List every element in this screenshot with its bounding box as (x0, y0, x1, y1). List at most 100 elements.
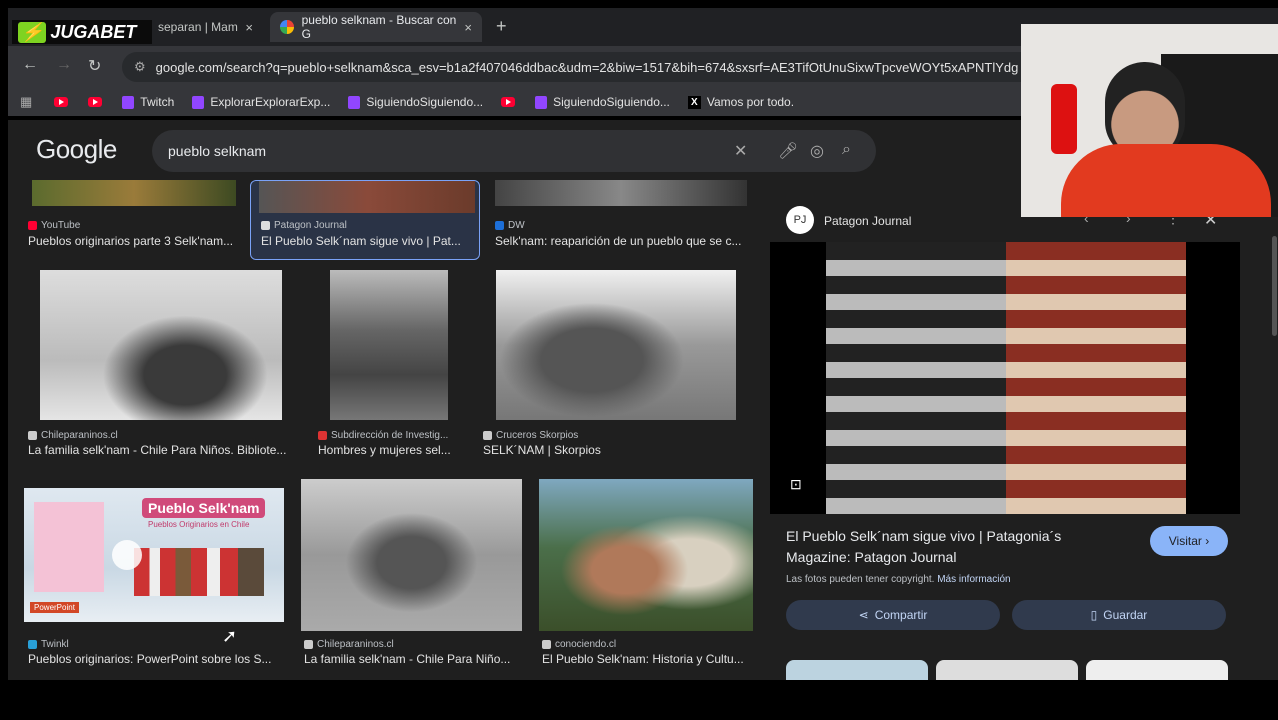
result-image[interactable] (539, 479, 753, 631)
x-icon: X (687, 95, 701, 109)
result-image[interactable] (40, 270, 282, 420)
bookmark-explorar[interactable]: ExplorarExplorarExp... (192, 95, 330, 109)
share-button[interactable]: ⋖ Compartir (786, 600, 1000, 630)
result-title[interactable]: Hombres y mujeres sel... (318, 443, 468, 457)
result-title[interactable]: El Pueblo Selk´nam sigue vivo | Pat... (261, 234, 473, 248)
share-label: Compartir (874, 608, 928, 622)
bookmark-youtube[interactable] (88, 97, 104, 107)
forward-arrow-icon[interactable]: → (56, 56, 72, 74)
chileparaninos-favicon-icon (28, 431, 37, 440)
bookmark-label: SiguiendoSiguiendo... (553, 95, 670, 109)
twitch-icon (122, 95, 135, 109)
jugabet-logo-text: JUGABET (50, 21, 137, 42)
twitch-icon (192, 95, 205, 109)
lens-search-icon[interactable]: ⊡ (790, 476, 802, 493)
bookmark-label: ExplorarExplorarExp... (210, 95, 331, 109)
bookmark-siguiendo-2[interactable]: SiguiendoSiguiendo... (535, 95, 670, 109)
tab-label: separan | Mam (158, 20, 238, 34)
search-query: pueblo selknam (168, 143, 267, 159)
new-tab-button[interactable]: + (496, 16, 507, 37)
pj-favicon-icon (261, 221, 270, 230)
bookmark-siguiendo[interactable]: SiguiendoSiguiendo... (348, 95, 483, 109)
result-image[interactable] (301, 479, 522, 631)
result-title[interactable]: El Pueblo Selk'nam: Historia y Cultu... (542, 652, 754, 666)
address-bar[interactable]: ⚙ google.com/search?q=pueblo+selknam&sca… (122, 52, 1122, 82)
slide-pink-panel (34, 502, 104, 592)
tab-mam[interactable]: separan | Mam × (148, 12, 263, 42)
result-title[interactable]: Pueblos originarios parte 3 Selk'nam... (28, 234, 240, 248)
copyright-text: Las fotos pueden tener copyright. (786, 574, 935, 585)
close-icon[interactable]: × (464, 20, 472, 35)
youtube-icon (88, 97, 103, 107)
subdireccion-favicon-icon (318, 431, 327, 440)
result-title[interactable]: Pueblos originarios: PowerPoint sobre lo… (28, 652, 288, 666)
result-image (259, 181, 475, 213)
preview-image-bw (826, 242, 1006, 514)
result-source: Patagon Journal (261, 220, 347, 231)
result-image[interactable] (496, 270, 736, 420)
tab-google-search[interactable]: pueblo selknam - Buscar con G × (270, 12, 482, 42)
chileparaninos-favicon-icon (304, 640, 313, 649)
result-source: YouTube (28, 220, 80, 231)
back-arrow-icon[interactable]: ← (22, 56, 38, 74)
jugabet-logo: ⚡ JUGABET (12, 20, 152, 44)
preview-source[interactable]: Patagon Journal (824, 214, 911, 228)
google-favicon-icon (280, 20, 294, 34)
site-info-icon[interactable]: ⚙ (134, 59, 146, 75)
result-title[interactable]: SELK´NAM | Skorpios (483, 443, 735, 457)
preview-title[interactable]: El Pueblo Selk´nam sigue vivo | Patagoni… (786, 526, 1086, 568)
preview-image-frame[interactable]: ⊡ (770, 242, 1240, 514)
related-image[interactable] (786, 660, 928, 680)
preview-image-color (1006, 242, 1186, 514)
youtube-icon (54, 97, 69, 107)
close-icon[interactable]: × (245, 20, 253, 35)
result-image[interactable] (495, 180, 747, 206)
google-logo[interactable]: Google (36, 134, 117, 165)
bookmark-youtube[interactable] (54, 97, 70, 107)
youtube-icon (501, 97, 516, 107)
more-info-link[interactable]: Más información (937, 574, 1010, 585)
scrollbar[interactable] (1272, 236, 1277, 336)
related-image[interactable] (1086, 660, 1228, 680)
skorpios-favicon-icon (483, 431, 492, 440)
result-source: Subdirección de Investig... (318, 430, 448, 441)
result-title[interactable]: Selk'nam: reaparición de un pueblo que s… (495, 234, 747, 248)
reload-icon[interactable]: ↻ (88, 56, 101, 76)
result-title[interactable]: La familia selk'nam - Chile Para Niño... (304, 652, 518, 666)
play-icon[interactable] (112, 540, 142, 570)
result-image[interactable] (330, 270, 448, 420)
copyright-note: Las fotos pueden tener copyright. Más in… (786, 574, 1011, 585)
lens-icon[interactable]: ◎ (810, 141, 824, 161)
bookmark-twitch[interactable]: Twitch (122, 95, 174, 109)
share-icon: ⋖ (858, 608, 869, 622)
bookmark-youtube[interactable] (501, 97, 517, 107)
mouse-cursor: ➚ (222, 626, 238, 646)
webcam-overlay (1021, 24, 1278, 217)
save-button[interactable]: ▯ Guardar (1012, 600, 1226, 630)
result-source: Chileparaninos.cl (28, 430, 118, 441)
visit-button[interactable]: Visitar › (1150, 526, 1228, 556)
visit-label: Visitar (1168, 534, 1202, 548)
twitch-icon (348, 95, 361, 109)
clear-icon[interactable]: ✕ (734, 141, 747, 161)
slide-people-group (134, 548, 264, 596)
bookmark-label: SiguiendoSiguiendo... (366, 95, 484, 109)
thumb-heading: Pueblo Selk'nam (142, 498, 266, 518)
bookmark-label: Twitch (140, 95, 175, 109)
related-image[interactable] (936, 660, 1078, 680)
result-image[interactable]: Pueblo Selk'nam Pueblos Originarios en C… (24, 488, 284, 622)
image-preview-panel: PJ Patagon Journal ‹ › ⋮ ✕ ⊡ El Pueblo S… (770, 198, 1240, 680)
result-image[interactable] (32, 180, 236, 206)
search-icon[interactable]: ⌕ (842, 141, 851, 159)
result-source: Chileparaninos.cl (304, 639, 394, 650)
bookmark-x[interactable]: X Vamos por todo. (687, 95, 795, 109)
bookmark-label: Vamos por todo. (706, 95, 795, 109)
result-title[interactable]: La familia selk'nam - Chile Para Niños. … (28, 443, 292, 457)
result-source: Cruceros Skorpios (483, 430, 578, 441)
microphone-icon[interactable]: 🎤︎ (778, 141, 798, 161)
apps-grid-icon[interactable]: ▦ (20, 94, 32, 110)
search-box[interactable]: pueblo selknam ✕ 🎤︎ ◎ ⌕ (152, 130, 876, 172)
result-source: conociendo.cl (542, 639, 616, 650)
webcam-microphone (1051, 84, 1077, 154)
thumb-badge: PowerPoint (30, 602, 79, 613)
